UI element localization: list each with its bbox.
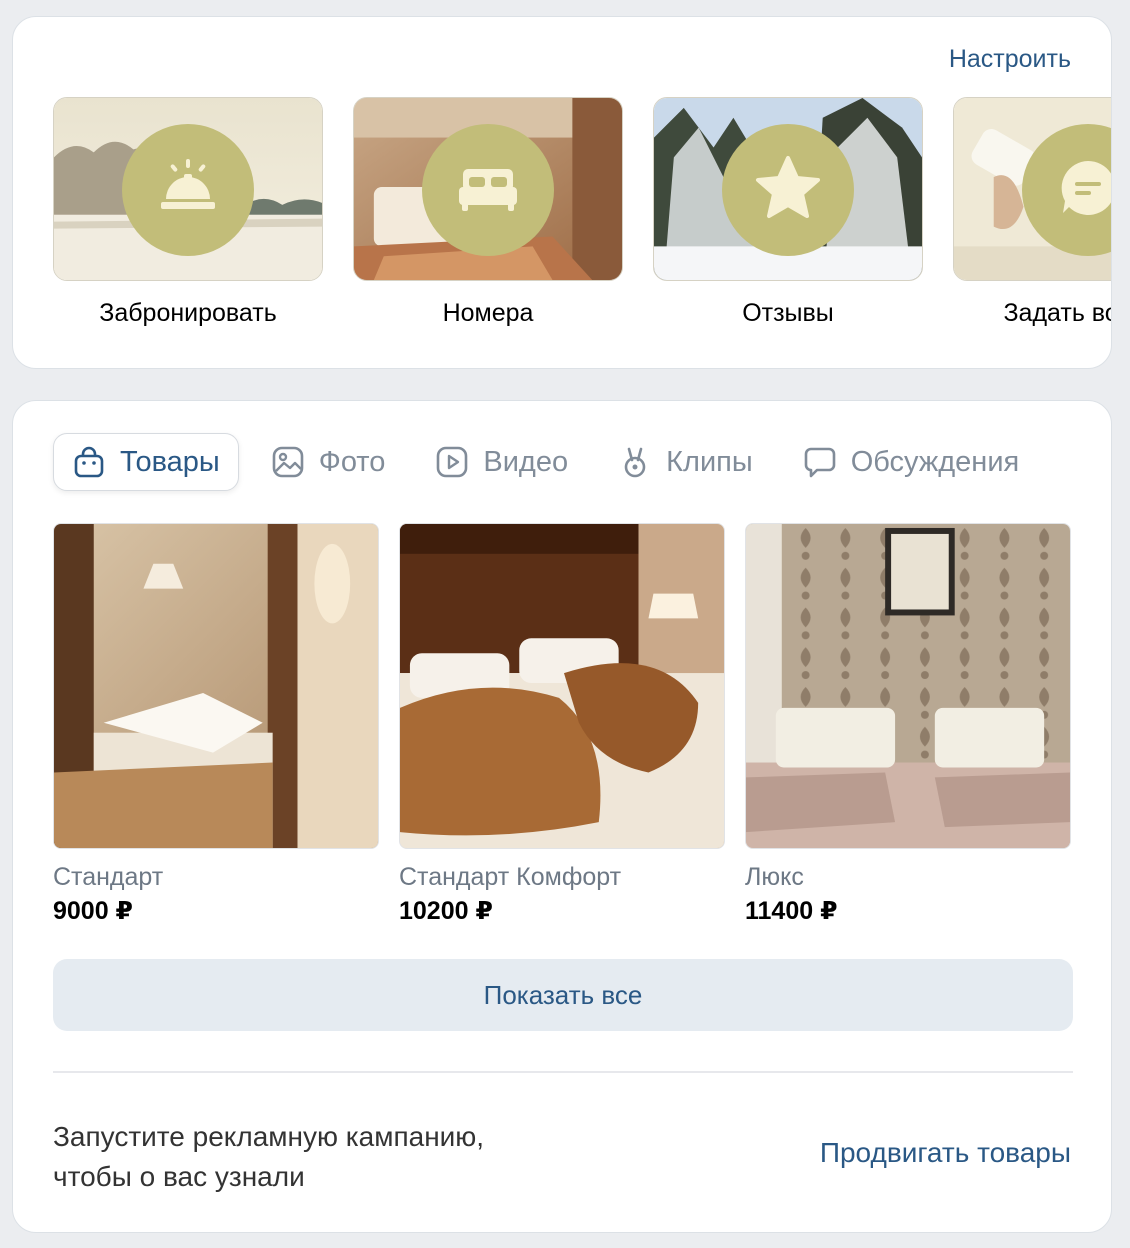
divider	[53, 1071, 1073, 1073]
promo-text-line: Запустите рекламную кампанию,	[53, 1121, 485, 1152]
action-thumbnail	[653, 97, 923, 281]
promote-goods-link[interactable]: Продвигать товары	[820, 1137, 1071, 1169]
clips-icon	[618, 445, 652, 479]
goods-card: Товары Фото Видео Клипы Обсуждения Станд…	[12, 400, 1112, 1233]
action-thumbnail	[353, 97, 623, 281]
promo-text-line: чтобы о вас узнали	[53, 1161, 305, 1192]
message-icon	[1055, 155, 1111, 226]
action-thumbnail	[53, 97, 323, 281]
show-all-button[interactable]: Показать все	[53, 959, 1073, 1031]
service-bell-icon	[155, 155, 221, 226]
product-card[interactable]: Стандарт Комфорт 10200 ₽	[399, 523, 725, 926]
action-icon-circle	[722, 124, 854, 256]
bed-icon	[455, 155, 521, 226]
action-rooms[interactable]: Номера	[353, 97, 623, 337]
product-image	[53, 523, 379, 849]
video-icon	[435, 445, 469, 479]
action-reviews[interactable]: Отзывы	[653, 97, 923, 337]
action-icon-circle	[122, 124, 254, 256]
action-label: Забронировать	[99, 299, 277, 327]
action-book[interactable]: Забронировать	[53, 97, 323, 337]
star-icon	[752, 152, 824, 229]
promo-text: Запустите рекламную кампанию, чтобы о ва…	[53, 1117, 653, 1197]
product-price: 11400 ₽	[745, 897, 838, 925]
action-thumbnail	[953, 97, 1111, 281]
product-image	[399, 523, 725, 849]
settings-link[interactable]: Настроить	[949, 45, 1071, 74]
tab-label: Фото	[318, 445, 386, 478]
action-ask-question[interactable]: Задать вопрос	[953, 97, 1111, 337]
product-card[interactable]: Люкс 11400 ₽	[745, 523, 1071, 926]
product-price: 9000 ₽	[53, 897, 133, 925]
tab-photo[interactable]: Фото	[253, 433, 404, 491]
discussion-icon	[803, 445, 837, 479]
tab-video[interactable]: Видео	[417, 433, 586, 491]
content-tabs: Товары Фото Видео Клипы Обсуждения	[53, 433, 1051, 491]
action-label: Отзывы	[742, 299, 834, 327]
action-label: Номера	[442, 299, 534, 327]
actions-card: Настроить Забронировать Номера Отзывы За…	[12, 16, 1112, 369]
shopping-bag-icon	[72, 445, 106, 479]
product-title: Стандарт Комфорт	[399, 863, 622, 891]
photo-icon	[271, 445, 305, 479]
product-card[interactable]: Стандарт 9000 ₽	[53, 523, 379, 926]
product-title: Стандарт	[53, 863, 164, 891]
tab-label: Обсуждения	[850, 445, 1020, 478]
tab-label: Видео	[483, 445, 569, 478]
product-image	[745, 523, 1071, 849]
action-icon-circle	[422, 124, 554, 256]
action-label: Задать вопрос	[1003, 299, 1111, 327]
tab-clips[interactable]: Клипы	[600, 433, 771, 491]
tab-discussions[interactable]: Обсуждения	[785, 433, 1038, 491]
tab-label: Товары	[120, 445, 220, 478]
product-title: Люкс	[745, 863, 804, 891]
tab-goods[interactable]: Товары	[53, 433, 239, 491]
tab-label: Клипы	[666, 445, 753, 478]
product-price: 10200 ₽	[399, 897, 493, 925]
